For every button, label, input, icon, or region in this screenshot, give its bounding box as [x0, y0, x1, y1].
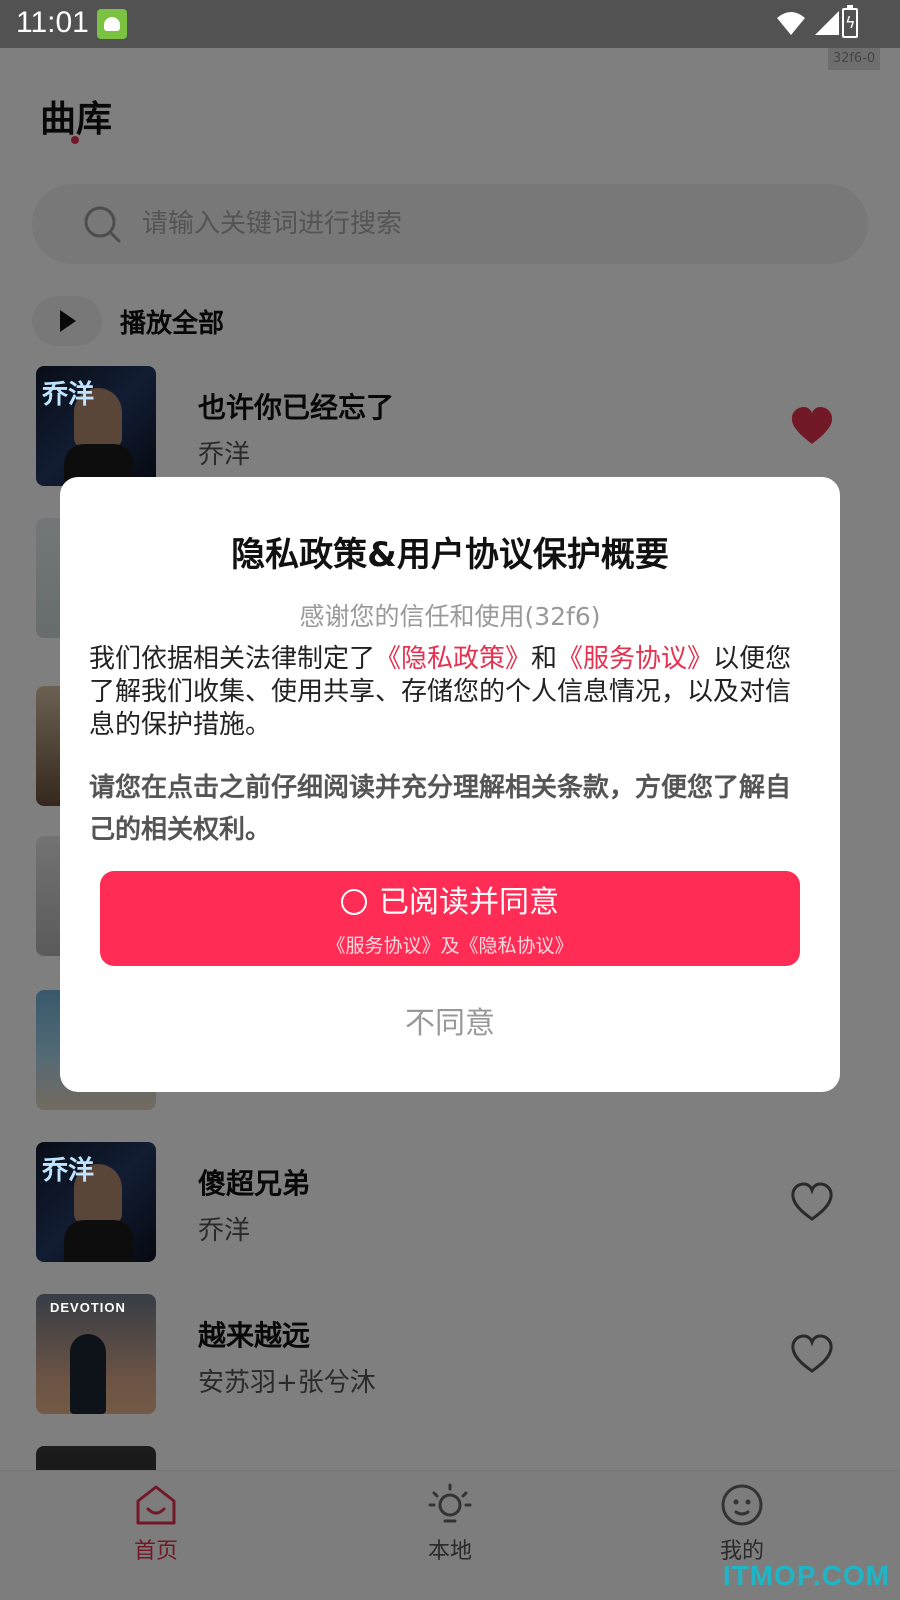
app-notification-icon [97, 9, 127, 39]
privacy-policy-link[interactable]: 《隐私政策》 [375, 644, 531, 674]
agree-label: 已阅读并同意 [379, 885, 559, 920]
wifi-icon [777, 12, 805, 35]
signal-icon [815, 11, 839, 35]
privacy-dialog: 隐私政策&用户协议保护概要 感谢您的信任和使用(32f6) 我们依据相关法律制定… [60, 477, 840, 1092]
service-agreement-link[interactable]: 《服务协议》 [557, 644, 713, 674]
dialog-subtitle: 感谢您的信任和使用(32f6) [299, 602, 601, 631]
dialog-body: 我们依据相关法律制定了《隐私政策》和《服务协议》以便您了解我们收集、使用共享、存… [89, 644, 792, 740]
watermark: ITMOP.COM [722, 1560, 890, 1591]
dialog-note: 请您在点击之前仔细阅读并充分理解相关条款，方便您了解自己的相关权利。 [89, 773, 792, 845]
agree-sublabel: 《服务协议》及《隐私协议》 [326, 935, 574, 957]
status-time: 11:01 [16, 6, 89, 39]
checkbox-circle-icon [341, 889, 367, 915]
agree-button[interactable]: 已阅读并同意 《服务协议》及《隐私协议》 [100, 871, 800, 966]
battery-icon: ϟ [842, 5, 858, 38]
status-bar: 11:01 ϟ [0, 0, 900, 48]
status-icons [776, 10, 840, 36]
disagree-button[interactable]: 不同意 [350, 995, 550, 1045]
dialog-title: 隐私政策&用户协议保护概要 [231, 535, 669, 575]
